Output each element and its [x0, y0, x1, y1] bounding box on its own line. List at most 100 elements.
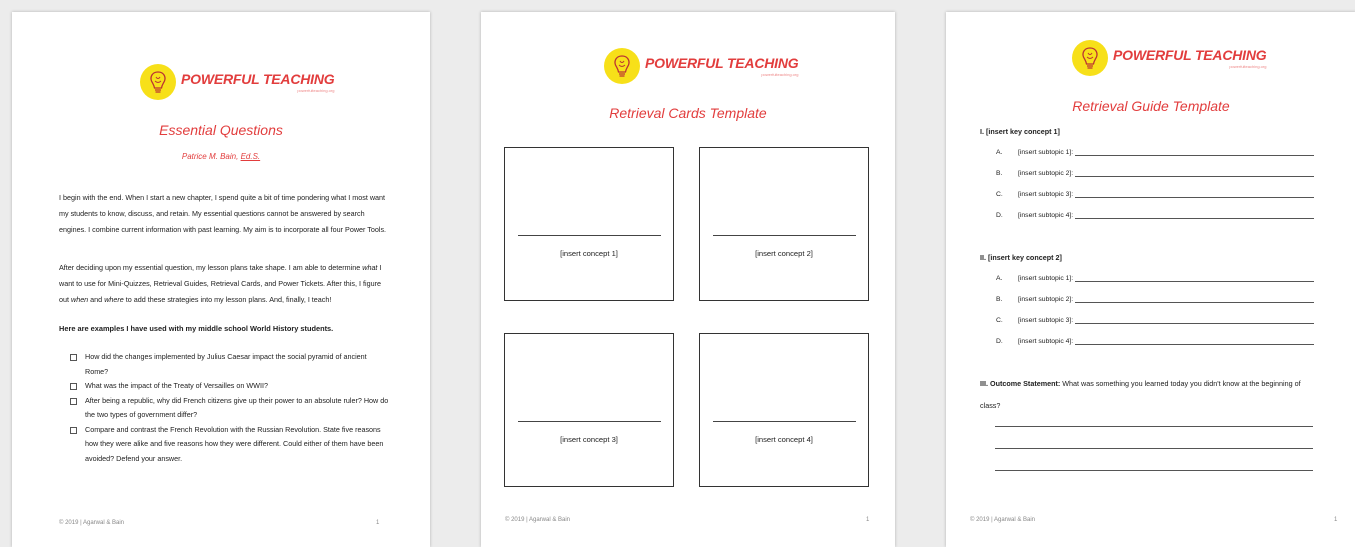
page-title: Retrieval Cards Template [609, 105, 767, 121]
logo-title: POWERFUL TEACHING [645, 54, 799, 71]
outcome-label: III. Outcome Statement: [980, 379, 1061, 388]
footer-copyright: © 2019 | Agarwal & Bain [970, 517, 1036, 523]
subtopic-letter: B. [996, 296, 1003, 303]
author-degree: Ed.S. [240, 152, 261, 161]
card-label: [insert concept 1] [560, 249, 618, 258]
answer-line [1075, 274, 1314, 282]
retrieval-card: [insert concept 2] [699, 147, 869, 301]
answer-line [1075, 169, 1314, 177]
card-label: [insert concept 4] [755, 435, 813, 444]
logo-url: powerfulteaching.org [297, 87, 335, 93]
question-text: How did the changes implemented by Juliu… [85, 352, 367, 376]
outcome-statement: III. Outcome Statement: What was somethi… [980, 373, 1320, 417]
subtopic-letter: A. [996, 275, 1003, 282]
retrieval-card: [insert concept 3] [504, 333, 674, 487]
card-label: [insert concept 2] [755, 249, 813, 258]
answer-line [995, 448, 1313, 449]
footer-page-number: 1 [866, 517, 870, 523]
answer-line [1075, 211, 1314, 219]
powerful-teaching-logo: POWERFUL TEACHING powerfulteaching.org [604, 48, 799, 84]
subtopic-letter: D. [996, 338, 1003, 345]
answer-line [1075, 295, 1314, 303]
section-1-heading: I. [insert key concept 1] [980, 127, 1060, 136]
card-write-line [713, 421, 856, 422]
subtopic-text: [insert subtopic 1]: [1018, 149, 1074, 156]
subtopic-letter: B. [996, 170, 1003, 177]
powerful-teaching-logo: POWERFUL TEACHING powerfulteaching.org [1072, 40, 1267, 76]
question-text: What was the impact of the Treaty of Ver… [85, 381, 268, 390]
subtopic-text: [insert subtopic 3]: [1018, 191, 1074, 198]
subtopic-letter: C. [996, 317, 1003, 324]
brain-lightbulb-icon [604, 48, 640, 84]
section-2-heading: II. [insert key concept 2] [980, 253, 1062, 262]
checkbox-icon [70, 397, 77, 405]
footer-copyright: © 2019 | Agarwal & Bain [59, 520, 125, 526]
footer-page-number: 1 [376, 520, 380, 526]
subtopic-row: D. [insert subtopic 4]: [996, 211, 1314, 219]
logo-title: POWERFUL TEACHING [1113, 46, 1267, 63]
powerful-teaching-logo: POWERFUL TEACHING powerfulteaching.org [140, 64, 335, 100]
examples-heading: Here are examples I have used with my mi… [59, 324, 334, 333]
subtopic-row: A. [insert subtopic 1]: [996, 148, 1314, 156]
card-write-line [713, 235, 856, 236]
checkbox-icon [70, 426, 77, 434]
answer-line [1075, 337, 1314, 345]
paragraph-2-where: where [104, 295, 124, 304]
paragraph-2-part3: and [88, 295, 105, 304]
question-text: Compare and contrast the French Revoluti… [85, 424, 384, 463]
subtopic-row: C. [insert subtopic 3]: [996, 190, 1314, 198]
paragraph-2-part1: After deciding upon my essential questio… [59, 263, 363, 272]
subtopic-text: [insert subtopic 4]: [1018, 212, 1074, 219]
paragraph-2-when: when [71, 295, 89, 304]
subtopic-row: D. [insert subtopic 4]: [996, 337, 1314, 345]
question-list: How did the changes implemented by Juliu… [70, 350, 390, 466]
answer-line [1075, 190, 1314, 198]
subtopic-text: [insert subtopic 2]: [1018, 170, 1074, 177]
page-title: Retrieval Guide Template [1072, 98, 1230, 114]
retrieval-card: [insert concept 1] [504, 147, 674, 301]
subtopic-text: [insert subtopic 2]: [1018, 296, 1074, 303]
list-item: After being a republic, why did French c… [70, 394, 390, 423]
footer-copyright: © 2019 | Agarwal & Bain [505, 517, 571, 523]
logo-title: POWERFUL TEACHING [181, 70, 335, 87]
question-text: After being a republic, why did French c… [85, 395, 389, 420]
subtopic-row: C. [insert subtopic 3]: [996, 316, 1314, 324]
answer-line [1075, 148, 1314, 156]
document-page-2: POWERFUL TEACHING powerfulteaching.org R… [481, 12, 895, 547]
card-write-line [518, 421, 661, 422]
subtopic-row: B. [insert subtopic 2]: [996, 295, 1314, 303]
paragraph-1: I begin with the end. When I start a new… [59, 193, 387, 234]
subtopic-row: B. [insert subtopic 2]: [996, 169, 1314, 177]
checkbox-icon [70, 354, 77, 361]
list-item: What was the impact of the Treaty of Ver… [70, 379, 390, 394]
card-label: [insert concept 3] [560, 435, 618, 444]
page-title: Essential Questions [159, 122, 283, 138]
list-item: How did the changes implemented by Juliu… [70, 350, 390, 379]
document-page-1: POWERFUL TEACHING powerfulteaching.org E… [12, 12, 430, 547]
subtopic-text: [insert subtopic 3]: [1018, 317, 1074, 324]
subtopic-text: [insert subtopic 4]: [1018, 338, 1074, 345]
footer-page-number: 1 [1334, 517, 1338, 523]
answer-line [1075, 316, 1314, 324]
checkbox-icon [70, 383, 77, 390]
logo-url: powerfulteaching.org [1229, 63, 1267, 69]
subtopic-letter: D. [996, 212, 1003, 219]
subtopic-text: [insert subtopic 1]: [1018, 275, 1074, 282]
subtopic-letter: C. [996, 191, 1003, 198]
list-item: Compare and contrast the French Revoluti… [70, 423, 390, 467]
paragraph-2-what: what [362, 263, 378, 272]
brain-lightbulb-icon [140, 64, 176, 100]
retrieval-card: [insert concept 4] [699, 333, 869, 487]
brain-lightbulb-icon [1072, 40, 1108, 76]
paragraph-2-part4: to add these strategies into my lesson p… [123, 295, 332, 304]
author-name: Patrice M. Bain, [181, 152, 239, 161]
logo-url: powerfulteaching.org [761, 71, 799, 77]
author-line: Patrice M. Bain, Ed.S. [12, 152, 430, 161]
subtopic-row: A. [insert subtopic 1]: [996, 274, 1314, 282]
paragraph-2: After deciding upon my essential questio… [59, 260, 389, 308]
subtopic-letter: A. [996, 149, 1003, 156]
card-write-line [518, 235, 661, 236]
answer-line [995, 470, 1313, 471]
answer-line [995, 426, 1313, 427]
document-page-3: POWERFUL TEACHING powerfulteaching.org R… [946, 12, 1355, 547]
